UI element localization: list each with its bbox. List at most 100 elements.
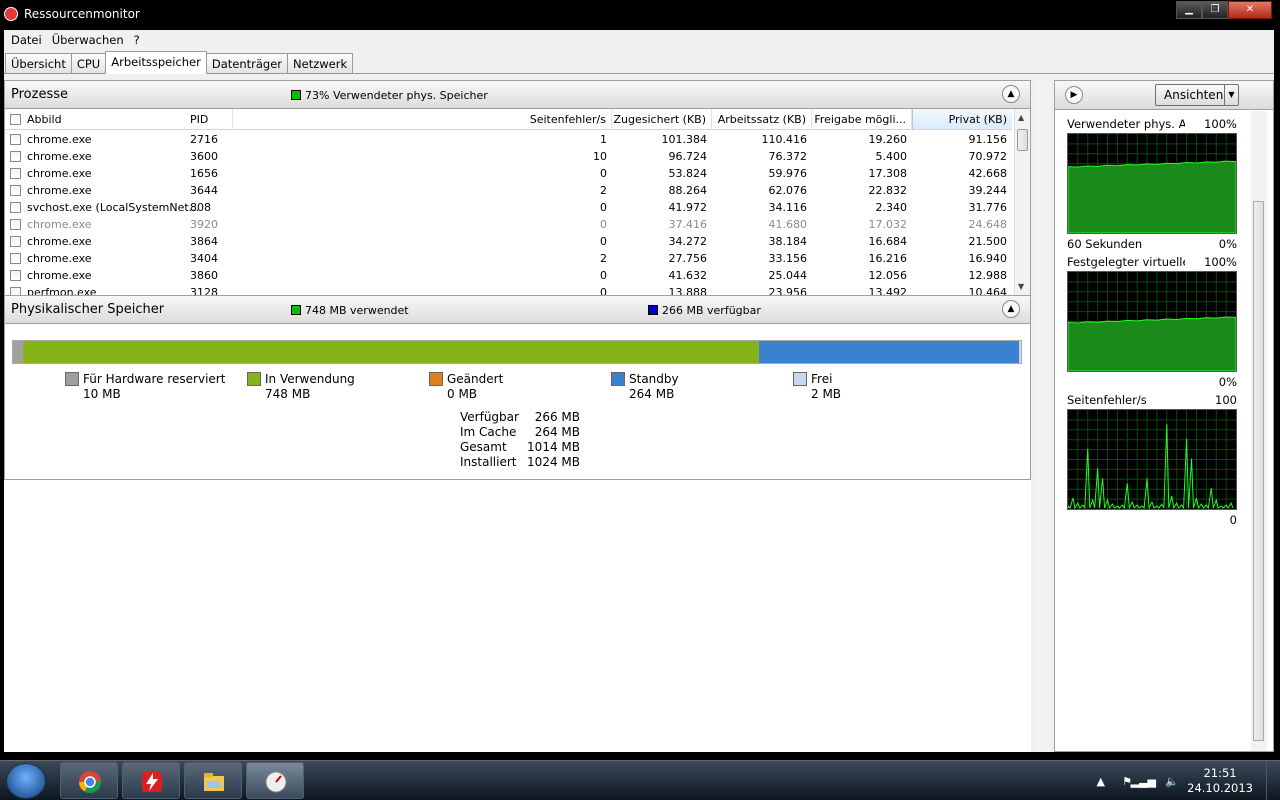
col-arbeitssatz[interactable]: Arbeitssatz (KB) bbox=[712, 109, 812, 130]
taskbar-resource-monitor[interactable] bbox=[246, 762, 304, 799]
maximize-button[interactable]: ❐ bbox=[1202, 1, 1228, 19]
cell-private: 10.464 bbox=[968, 286, 1008, 295]
stat-label: Im Cache bbox=[460, 425, 517, 439]
left-pane-scrollbar[interactable] bbox=[1036, 80, 1050, 752]
cell-faults: 0 bbox=[600, 167, 607, 180]
network-icon[interactable]: ▂▃▅ bbox=[1131, 775, 1156, 788]
table-row[interactable]: perfmon.exe 3128 0 13.888 23.956 13.492 10.464 bbox=[5, 284, 1015, 295]
table-row[interactable]: svchost.exe (LocalSystemNet... 808 0 41.972… bbox=[5, 199, 1015, 216]
taskbar-explorer[interactable] bbox=[184, 762, 242, 799]
membar-segment-free bbox=[1019, 341, 1021, 363]
show-hidden-icons-icon[interactable]: ▲ bbox=[1097, 775, 1105, 788]
row-checkbox[interactable] bbox=[10, 236, 21, 247]
graph-pane: ▶ Ansichten▼ Verwendeter phys. Arbe... 10… bbox=[1054, 80, 1274, 752]
tab-datentraeger[interactable]: Datenträger bbox=[205, 53, 289, 73]
cell-commit: 41.972 bbox=[668, 201, 708, 214]
row-checkbox[interactable] bbox=[10, 270, 21, 281]
tab-netzwerk[interactable]: Netzwerk bbox=[287, 53, 354, 73]
col-pid[interactable]: PID bbox=[185, 109, 233, 130]
tab-uebersicht[interactable]: Übersicht bbox=[5, 53, 72, 73]
blue-swatch-icon bbox=[648, 305, 658, 315]
table-row[interactable]: chrome.exe 3600 10 96.724 76.372 5.400 70.972 bbox=[5, 148, 1015, 165]
row-checkbox[interactable] bbox=[10, 134, 21, 145]
cell-private: 12.988 bbox=[968, 269, 1008, 282]
graph-pane-header: ▶ Ansichten ▼ bbox=[1055, 81, 1273, 110]
col-freigabe[interactable]: Freigabe mögli... bbox=[812, 109, 912, 130]
minimize-button[interactable]: ▁ bbox=[1176, 1, 1202, 19]
graph-max: 100 bbox=[1215, 393, 1237, 407]
menu-ueberwachen[interactable]: Überwachen bbox=[47, 33, 129, 47]
table-row[interactable]: chrome.exe 2716 1 101.384 110.416 19.260 91.15… bbox=[5, 131, 1015, 148]
scroll-thumb[interactable] bbox=[1017, 129, 1028, 151]
cell-pid: 3920 bbox=[190, 218, 218, 231]
cell-name: svchost.exe (LocalSystemNet... bbox=[27, 201, 200, 214]
cell-workingset: 41.680 bbox=[768, 218, 808, 231]
cell-name: chrome.exe bbox=[27, 150, 92, 163]
taskbar-app-red[interactable] bbox=[122, 762, 180, 799]
row-checkbox[interactable] bbox=[10, 219, 21, 230]
physical-memory-body: Für Hardware reserviert 10 MB In Verwendun… bbox=[4, 324, 1031, 480]
volume-icon[interactable]: 🔈 bbox=[1165, 775, 1179, 788]
start-button[interactable] bbox=[6, 763, 46, 799]
physical-used: 748 MB verwendet bbox=[291, 304, 409, 317]
legend-swatch-icon bbox=[611, 372, 625, 386]
scroll-down-icon[interactable]: ▼ bbox=[1018, 282, 1024, 291]
processes-summary-text: 73% Verwendeter phys. Speicher bbox=[305, 89, 488, 102]
stat-value: 266 MB bbox=[534, 410, 580, 424]
collapse-processes-icon[interactable]: ▲ bbox=[1002, 85, 1020, 103]
menu-datei[interactable]: Datei bbox=[6, 33, 47, 47]
menu-bar: Datei Überwachen ? bbox=[4, 30, 1274, 50]
tab-arbeitsspeicher[interactable]: Arbeitsspeicher bbox=[105, 51, 207, 74]
row-checkbox[interactable] bbox=[10, 151, 21, 162]
graph-scroll-thumb[interactable] bbox=[1253, 201, 1264, 741]
table-row[interactable]: chrome.exe 3644 2 88.264 62.076 22.832 39.244 bbox=[5, 182, 1015, 199]
graph: Verwendeter phys. Arbe... 100% 60 Sekunden… bbox=[1067, 117, 1237, 257]
table-row[interactable]: chrome.exe 3404 2 27.756 33.156 16.216 16.940 bbox=[5, 250, 1015, 267]
expand-pane-icon[interactable]: ▶ bbox=[1065, 86, 1083, 104]
row-checkbox[interactable] bbox=[10, 253, 21, 264]
cell-workingset: 59.976 bbox=[768, 167, 808, 180]
process-table-scrollbar[interactable]: ▲ ▼ bbox=[1014, 109, 1030, 295]
cell-shareable: 22.832 bbox=[868, 184, 908, 197]
cell-pid: 2716 bbox=[190, 133, 218, 146]
processes-header[interactable]: Prozesse 73% Verwendeter phys. Speicher … bbox=[4, 80, 1031, 109]
legend-value: 748 MB bbox=[265, 387, 311, 401]
menu-help[interactable]: ? bbox=[129, 33, 145, 47]
legend-label: Geändert bbox=[447, 372, 504, 386]
legend-swatch-icon bbox=[429, 372, 443, 386]
table-row[interactable]: chrome.exe 3860 0 41.632 25.044 12.056 12.988 bbox=[5, 267, 1015, 284]
graph-title: Festgelegter virtueller S... bbox=[1067, 255, 1185, 269]
graph-pane-scrollbar[interactable] bbox=[1251, 111, 1267, 751]
col-privat-sorted[interactable]: Privat (KB) bbox=[912, 109, 1012, 130]
show-desktop-button[interactable] bbox=[1266, 761, 1280, 800]
row-checkbox[interactable] bbox=[10, 185, 21, 196]
physical-memory-header[interactable]: Physikalischer Speicher 748 MB verwendet… bbox=[4, 295, 1031, 324]
col-abbild[interactable]: Abbild bbox=[5, 109, 185, 130]
clock[interactable]: 21:51 24.10.2013 bbox=[1187, 766, 1253, 796]
window-client: Datei Überwachen ? Übersicht CPU Arbeits… bbox=[4, 30, 1274, 752]
col-zugesichert[interactable]: Zugesichert (KB) bbox=[612, 109, 712, 130]
row-checkbox[interactable] bbox=[10, 202, 21, 213]
scroll-up-icon[interactable]: ▲ bbox=[1018, 113, 1024, 122]
tab-cpu[interactable]: CPU bbox=[70, 53, 107, 73]
window-frame: Datei Überwachen ? Übersicht CPU Arbeits… bbox=[0, 30, 1280, 760]
table-row[interactable]: chrome.exe 3920 0 37.416 41.680 17.032 24.648 bbox=[5, 216, 1015, 233]
cell-pid: 3404 bbox=[190, 252, 218, 265]
col-seitenfehler[interactable]: Seitenfehler/s bbox=[233, 109, 612, 130]
cell-private: 91.156 bbox=[968, 133, 1008, 146]
select-all-checkbox[interactable] bbox=[10, 114, 21, 125]
chrome-icon bbox=[79, 771, 101, 793]
table-row[interactable]: chrome.exe 3864 0 34.272 38.184 16.684 21.500 bbox=[5, 233, 1015, 250]
cell-pid: 3128 bbox=[190, 286, 218, 295]
table-row[interactable]: chrome.exe 1656 0 53.824 59.976 17.308 42.668 bbox=[5, 165, 1015, 182]
legend-label: Für Hardware reserviert bbox=[83, 372, 226, 386]
views-button[interactable]: Ansichten ▼ bbox=[1155, 84, 1239, 106]
row-checkbox[interactable] bbox=[10, 168, 21, 179]
close-button[interactable]: ✕ bbox=[1228, 1, 1272, 19]
physical-used-text: 748 MB verwendet bbox=[305, 304, 409, 317]
row-checkbox[interactable] bbox=[10, 287, 21, 295]
dropdown-arrow-icon[interactable]: ▼ bbox=[1224, 85, 1238, 105]
taskbar-chrome[interactable] bbox=[60, 762, 118, 799]
collapse-physical-icon[interactable]: ▲ bbox=[1002, 300, 1020, 318]
graph-max: 100% bbox=[1204, 117, 1237, 131]
